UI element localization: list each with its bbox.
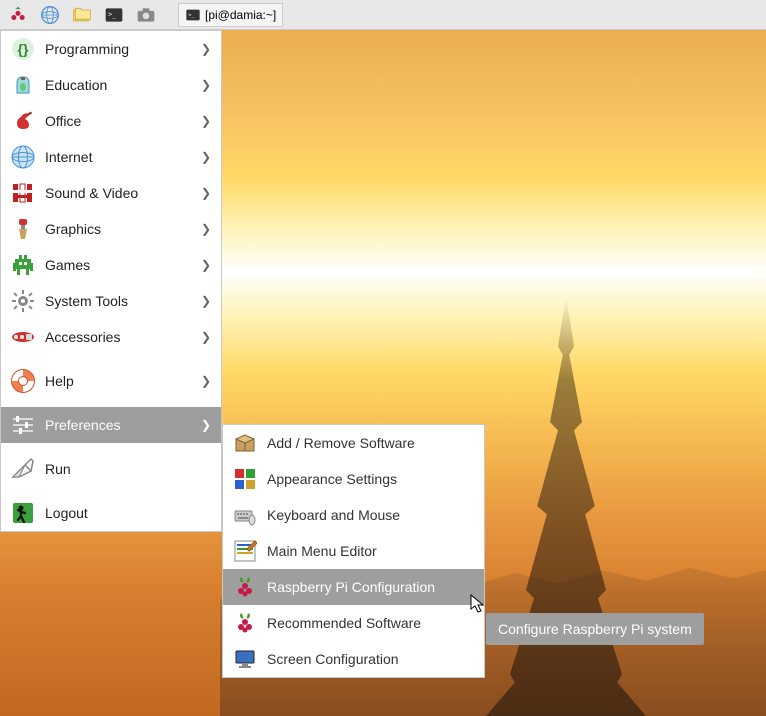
taskbar: >_ >_ [pi@damia:~] [0, 0, 766, 30]
application-menu: {} Programming ❯ Education ❯ Office ❯ In… [0, 30, 222, 532]
start-menu-button[interactable] [4, 2, 32, 28]
taskbar-window-title: [pi@damia:~] [205, 8, 276, 22]
menu-label: Logout [45, 505, 88, 521]
menu-item-sound-video[interactable]: Sound & Video ❯ [1, 175, 221, 211]
menu-label: Office [45, 113, 81, 129]
logout-icon [11, 501, 35, 525]
chevron-right-icon: ❯ [201, 294, 211, 308]
menu-editor-icon [233, 539, 257, 563]
chevron-right-icon: ❯ [201, 258, 211, 272]
desktop-wallpaper: >_ >_ [pi@damia:~] {} Programming ❯ Educ… [0, 0, 766, 716]
accessories-icon [11, 325, 35, 349]
submenu-item-screen-configuration[interactable]: Screen Configuration [223, 641, 484, 677]
education-icon [11, 73, 35, 97]
graphics-icon [11, 217, 35, 241]
chevron-right-icon: ❯ [201, 114, 211, 128]
chevron-right-icon: ❯ [201, 42, 211, 56]
menu-item-accessories[interactable]: Accessories ❯ [1, 319, 221, 355]
help-icon [11, 369, 35, 393]
taskbar-window-terminal[interactable]: >_ [pi@damia:~] [178, 3, 283, 27]
internet-icon [11, 145, 35, 169]
keyboard-mouse-icon [233, 503, 257, 527]
programming-icon: {} [11, 37, 35, 61]
terminal-launcher[interactable]: >_ [100, 2, 128, 28]
submenu-label: Add / Remove Software [267, 435, 415, 451]
screen-icon [233, 647, 257, 671]
preferences-submenu: Add / Remove Software Appearance Setting… [222, 424, 485, 678]
tooltip: Configure Raspberry Pi system [486, 613, 704, 645]
menu-item-help[interactable]: Help ❯ [1, 363, 221, 399]
sound-video-icon [11, 181, 35, 205]
menu-label: Programming [45, 41, 129, 57]
submenu-label: Appearance Settings [267, 471, 397, 487]
svg-text:>_: >_ [108, 10, 116, 18]
preferences-icon [11, 413, 35, 437]
menu-label: Help [45, 373, 74, 389]
submenu-label: Keyboard and Mouse [267, 507, 400, 523]
menu-item-system-tools[interactable]: System Tools ❯ [1, 283, 221, 319]
system-tools-icon [11, 289, 35, 313]
menu-label: Education [45, 77, 107, 93]
svg-text:{}: {} [18, 41, 29, 57]
menu-label: Games [45, 257, 90, 273]
menu-item-education[interactable]: Education ❯ [1, 67, 221, 103]
submenu-item-add-remove-software[interactable]: Add / Remove Software [223, 425, 484, 461]
chevron-right-icon: ❯ [201, 78, 211, 92]
svg-text:>_: >_ [188, 12, 195, 18]
chevron-right-icon: ❯ [201, 222, 211, 236]
menu-label: Run [45, 461, 71, 477]
chevron-right-icon: ❯ [201, 150, 211, 164]
menu-item-logout[interactable]: Logout [1, 495, 221, 531]
submenu-item-raspberry-pi-configuration[interactable]: Raspberry Pi Configuration [223, 569, 484, 605]
menu-label: System Tools [45, 293, 128, 309]
raspberry-pi-icon [233, 575, 257, 599]
menu-item-internet[interactable]: Internet ❯ [1, 139, 221, 175]
menu-label: Internet [45, 149, 92, 165]
file-manager-launcher[interactable] [68, 2, 96, 28]
menu-item-run[interactable]: Run [1, 451, 221, 487]
menu-item-graphics[interactable]: Graphics ❯ [1, 211, 221, 247]
office-icon [11, 109, 35, 133]
menu-item-games[interactable]: Games ❯ [1, 247, 221, 283]
chevron-right-icon: ❯ [201, 374, 211, 388]
screenshot-launcher[interactable] [132, 2, 160, 28]
chevron-right-icon: ❯ [201, 186, 211, 200]
menu-label: Graphics [45, 221, 101, 237]
menu-item-office[interactable]: Office ❯ [1, 103, 221, 139]
menu-label: Accessories [45, 329, 120, 345]
submenu-label: Recommended Software [267, 615, 421, 631]
menu-label: Preferences [45, 417, 120, 433]
appearance-icon [233, 467, 257, 491]
submenu-item-appearance-settings[interactable]: Appearance Settings [223, 461, 484, 497]
chevron-right-icon: ❯ [201, 330, 211, 344]
run-icon [11, 457, 35, 481]
submenu-label: Main Menu Editor [267, 543, 377, 559]
submenu-item-keyboard-mouse[interactable]: Keyboard and Mouse [223, 497, 484, 533]
games-icon [11, 253, 35, 277]
submenu-label: Screen Configuration [267, 651, 399, 667]
raspberry-pi-icon [233, 611, 257, 635]
menu-label: Sound & Video [45, 185, 138, 201]
tooltip-text: Configure Raspberry Pi system [498, 621, 692, 637]
menu-item-programming[interactable]: {} Programming ❯ [1, 31, 221, 67]
submenu-item-recommended-software[interactable]: Recommended Software [223, 605, 484, 641]
chevron-right-icon: ❯ [201, 418, 211, 432]
submenu-label: Raspberry Pi Configuration [267, 579, 435, 595]
package-icon [233, 431, 257, 455]
web-browser-launcher[interactable] [36, 2, 64, 28]
menu-item-preferences[interactable]: Preferences ❯ [1, 407, 221, 443]
submenu-item-main-menu-editor[interactable]: Main Menu Editor [223, 533, 484, 569]
